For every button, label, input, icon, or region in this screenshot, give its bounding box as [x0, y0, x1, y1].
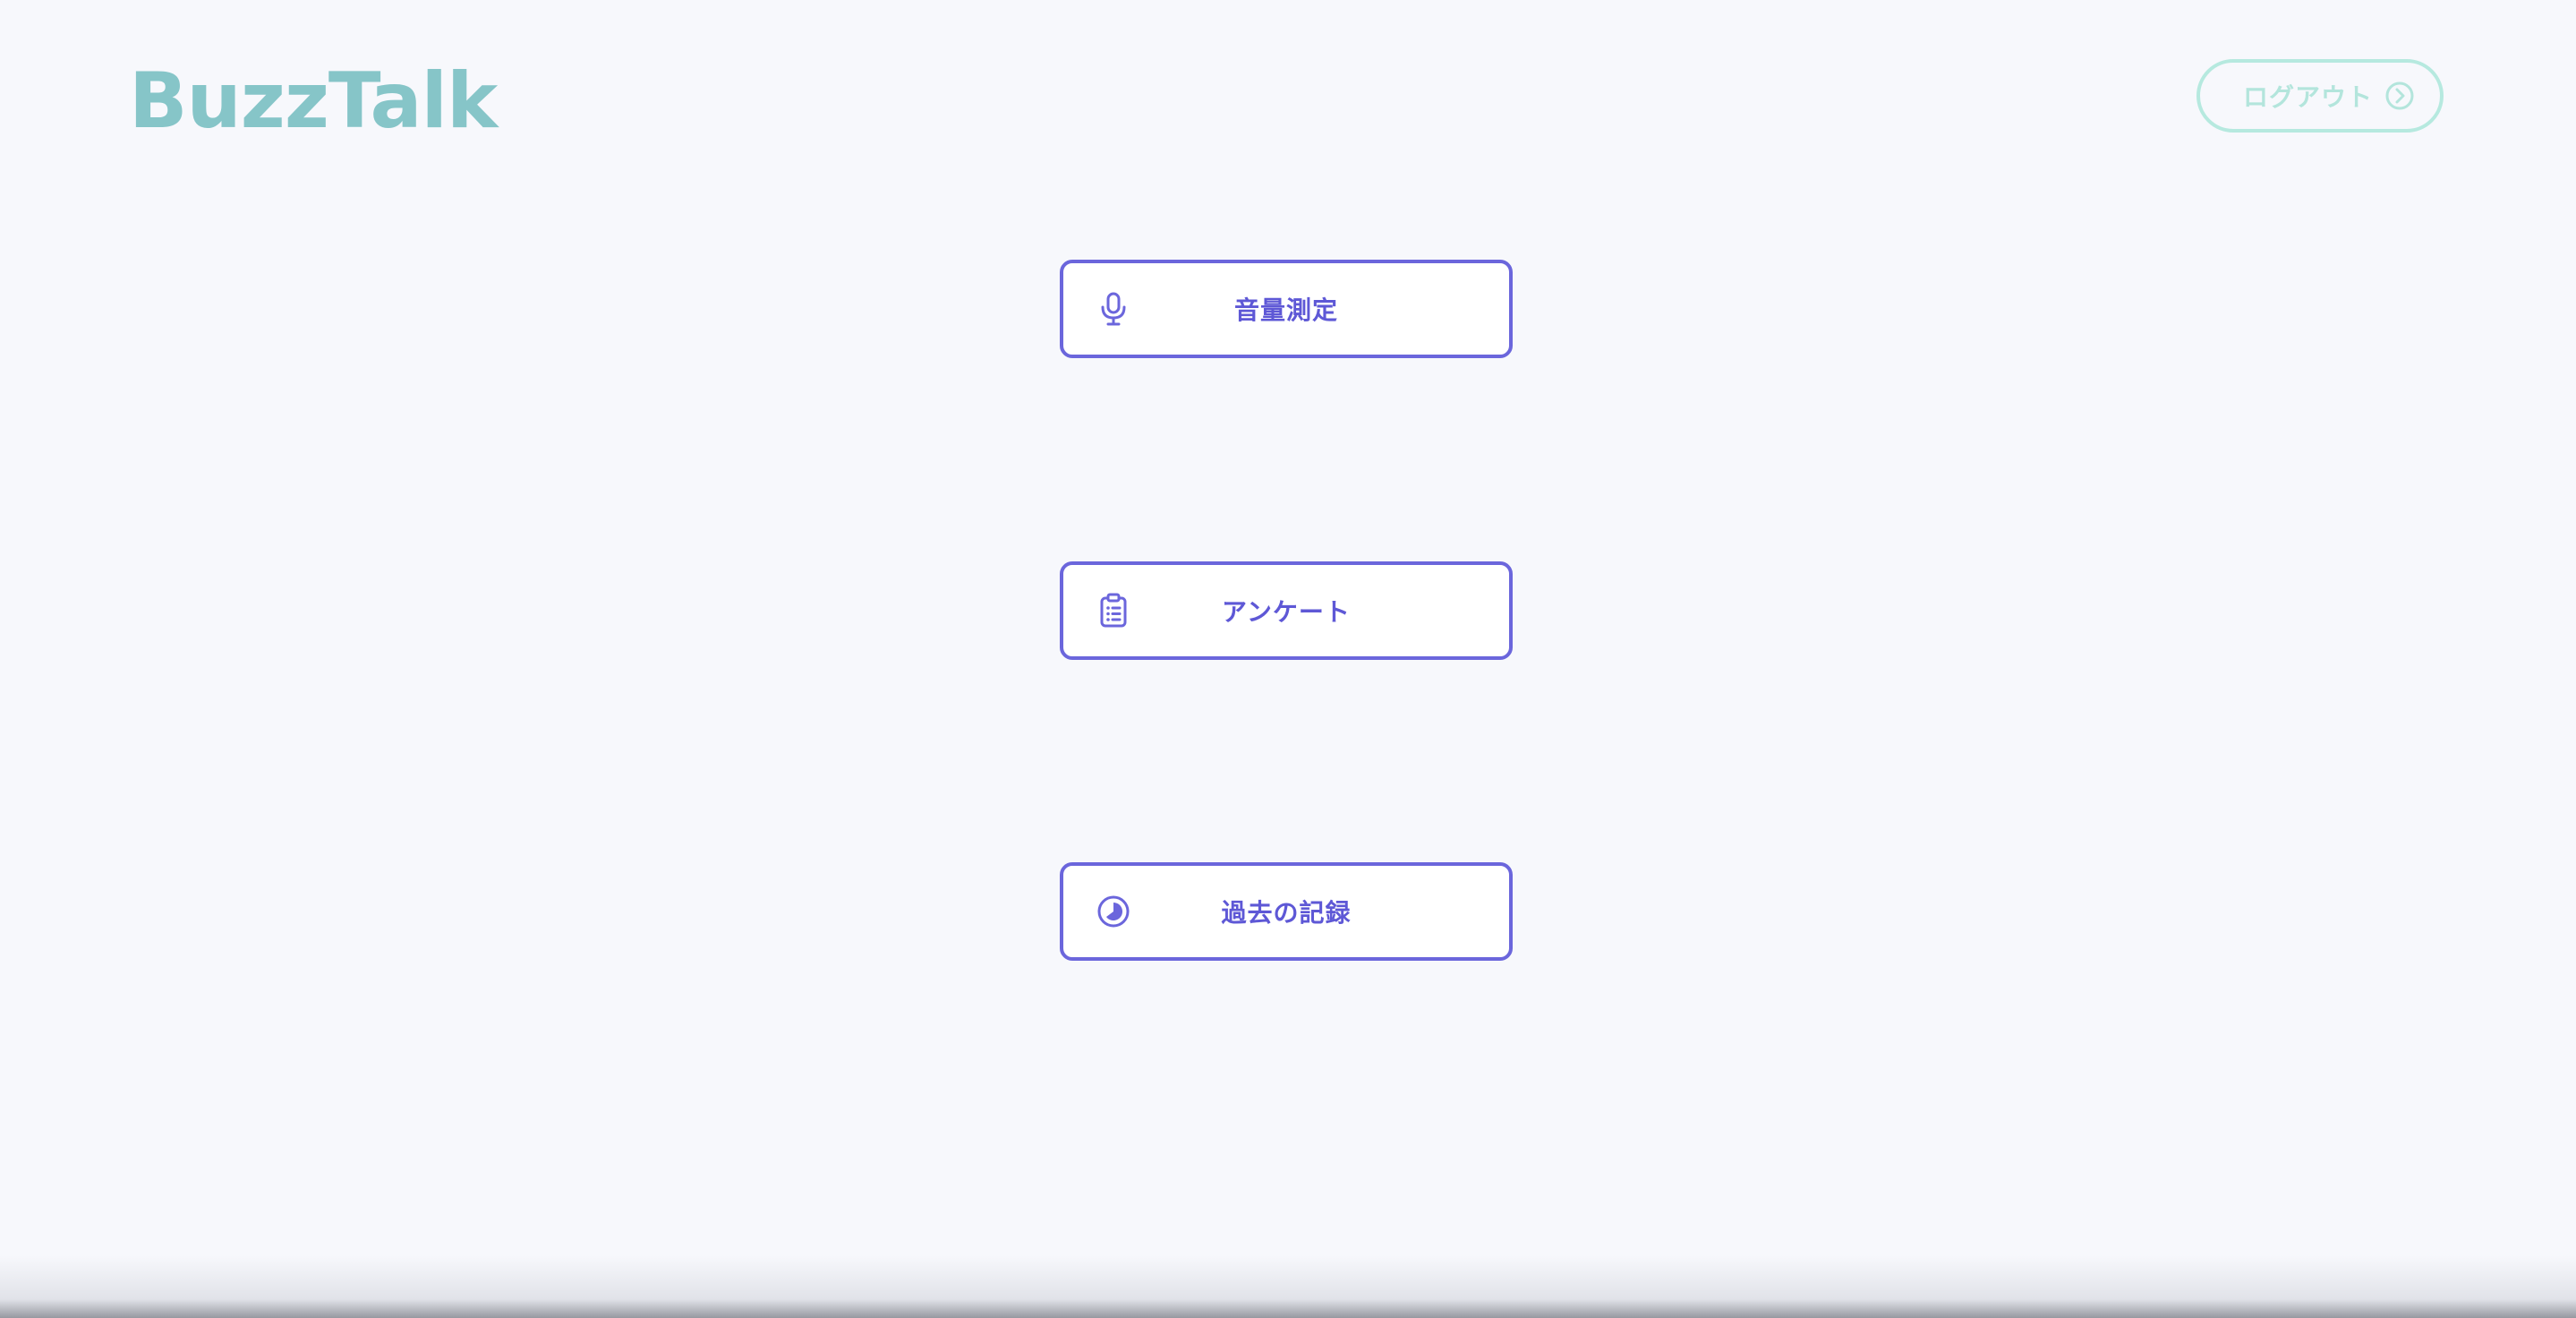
- microphone-icon: [1101, 292, 1126, 326]
- volume-measure-button[interactable]: 音量測定: [1060, 260, 1513, 358]
- survey-label: アンケート: [1222, 597, 1351, 627]
- survey-button[interactable]: アンケート: [1060, 561, 1513, 660]
- volume-measure-label: 音量測定: [1233, 295, 1338, 325]
- logout-button[interactable]: ログアウト: [2196, 59, 2444, 133]
- history-button[interactable]: 過去の記録: [1060, 862, 1513, 961]
- logout-label: ログアウト: [2243, 82, 2374, 112]
- clipboard-list-icon: [1100, 593, 1127, 628]
- brand-logo[interactable]: BuzzTalk: [129, 52, 498, 150]
- history-label: 過去の記録: [1221, 898, 1352, 928]
- history-pie-icon: [1097, 895, 1130, 928]
- header: BuzzTalk ログアウト: [0, 0, 2576, 197]
- chevron-right-circle-icon: [2385, 81, 2414, 110]
- bottom-shadow: [0, 1255, 2576, 1318]
